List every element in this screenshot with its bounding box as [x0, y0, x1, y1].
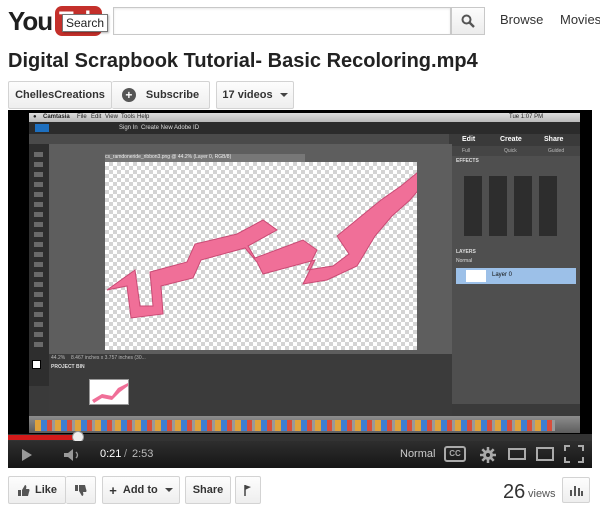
view-count-label: views — [528, 488, 556, 500]
ribbon-image — [106, 167, 430, 319]
quality-label[interactable]: Normal — [400, 448, 435, 460]
channel-name-button[interactable]: ChellesCreations — [8, 81, 112, 109]
like-button[interactable]: Like — [8, 476, 66, 504]
settings-button[interactable] — [478, 445, 498, 465]
nav-movies[interactable]: Movies — [560, 12, 600, 27]
menu-file: File — [77, 114, 87, 120]
ps-app-icon — [35, 124, 49, 132]
menu-edit: Edit — [91, 114, 102, 120]
volume-icon — [64, 449, 79, 461]
blend-mode-select: Normal — [456, 258, 473, 264]
chevron-down-icon — [164, 488, 173, 492]
menu-view: View — [105, 114, 118, 120]
effects-label: EFFECTS — [456, 158, 479, 164]
stats-button[interactable] — [562, 477, 590, 503]
play-button[interactable] — [14, 445, 40, 465]
tool-icons — [34, 152, 43, 352]
video-frame[interactable]: ● Camtasia File Edit View Tools Help Tue… — [29, 113, 580, 433]
foreground-color-icon — [32, 360, 41, 369]
add-to-button[interactable]: + Add to — [102, 476, 180, 504]
fullscreen-icon[interactable] — [564, 445, 584, 463]
subtab-full: Full — [462, 148, 471, 154]
ps-sign-in: Sign In — [119, 125, 138, 131]
play-icon — [22, 449, 32, 461]
expand-icon[interactable] — [536, 447, 554, 461]
flag-button[interactable] — [235, 476, 261, 504]
subtab-guided: Guided — [548, 148, 565, 154]
apple-icon: ● — [33, 114, 37, 120]
subtab-quick: Quick — [504, 148, 517, 154]
share-label: Share — [192, 484, 224, 496]
videos-dropdown-button[interactable]: 17 videos — [216, 81, 294, 109]
chevron-down-icon — [279, 93, 288, 97]
progress-bar[interactable] — [8, 431, 592, 443]
flag-icon — [244, 484, 251, 496]
search-input[interactable] — [113, 7, 451, 35]
ps-toolbox — [29, 144, 49, 386]
video-title: Digital Scrapbook Tutorial- Basic Recolo… — [8, 50, 478, 72]
project-thumbnail — [89, 379, 129, 405]
subscribe-button[interactable]: + Subscribe — [112, 81, 210, 109]
videos-count-label: 17 videos — [222, 89, 273, 101]
panel-tab-create: Create — [500, 136, 522, 143]
dock-icons — [35, 420, 555, 431]
menu-help: Help — [137, 114, 150, 120]
search-tooltip: Search — [62, 14, 109, 32]
ps-project-bin: PROJECT BIN — [49, 363, 452, 423]
ps-document-canvas — [105, 162, 430, 350]
thumbs-down-icon — [75, 484, 87, 496]
ps-app-bar: Sign In Create New Adobe ID — [29, 122, 580, 134]
search-button[interactable] — [451, 7, 485, 35]
ps-doc-size: 8.467 inches x 3.757 inches (30... — [71, 355, 146, 361]
search-icon — [461, 14, 475, 28]
layers-label: LAYERS — [456, 249, 476, 255]
add-to-label: Add to — [122, 484, 158, 496]
plus-icon: + — [121, 88, 136, 102]
panel-tab-edit: Edit — [462, 136, 476, 143]
player-controls: 0:21 / 2:53 Normal CC — [8, 441, 592, 468]
time-current: 0:21 — [100, 448, 122, 460]
mac-clock: Tue 1:07 PM — [509, 114, 544, 120]
effects-thumbnails — [464, 176, 564, 236]
logo-you-text: You — [8, 6, 53, 36]
project-bin-label: PROJECT BIN — [51, 364, 85, 370]
mac-dock — [29, 416, 580, 433]
ps-right-panel: Edit Create Share Full Quick Guided EFFE… — [452, 134, 580, 404]
mac-menu-bar: ● Camtasia File Edit View Tools Help Tue… — [29, 113, 580, 122]
popout-icon[interactable] — [508, 448, 526, 460]
layer-name: Layer 0 — [492, 272, 513, 278]
layer-thumbnail — [466, 270, 486, 282]
ps-options-bar — [29, 134, 449, 144]
nav-browse[interactable]: Browse — [500, 12, 543, 27]
ps-doc-tab: cs_ramdoneride_ribbon3.png @ 44.2% (Laye… — [105, 154, 305, 162]
subscribe-label: Subscribe — [145, 89, 200, 101]
time-separator: / — [124, 448, 128, 460]
view-count: 26 — [503, 481, 526, 503]
like-label: Like — [34, 484, 57, 496]
ps-zoom-readout: 44.2% — [51, 355, 66, 361]
app-menu-name: Camtasia — [43, 114, 70, 120]
share-button[interactable]: Share — [185, 476, 231, 504]
volume-button[interactable] — [60, 445, 86, 465]
panel-tab-share: Share — [544, 136, 564, 143]
ps-create-id: Create New Adobe ID — [141, 125, 200, 131]
plus-icon: + — [109, 482, 117, 498]
dislike-button[interactable] — [66, 476, 96, 504]
bar-chart-icon — [570, 486, 583, 496]
layer-row: Layer 0 — [456, 268, 576, 284]
gear-icon — [480, 447, 496, 463]
captions-icon[interactable]: CC — [444, 446, 466, 462]
channel-name: ChellesCreations — [15, 89, 105, 101]
menu-tools: Tools — [121, 114, 136, 120]
ps-doc-tab-label: cs_ramdoneride_ribbon3.png @ 44.2% (Laye… — [105, 154, 232, 160]
thumbs-up-icon — [17, 484, 30, 496]
time-total: 2:53 — [132, 448, 154, 460]
progress-fill — [8, 435, 79, 440]
ps-status-bar: 44.2% 8.467 inches x 3.757 inches (30... — [49, 354, 452, 363]
